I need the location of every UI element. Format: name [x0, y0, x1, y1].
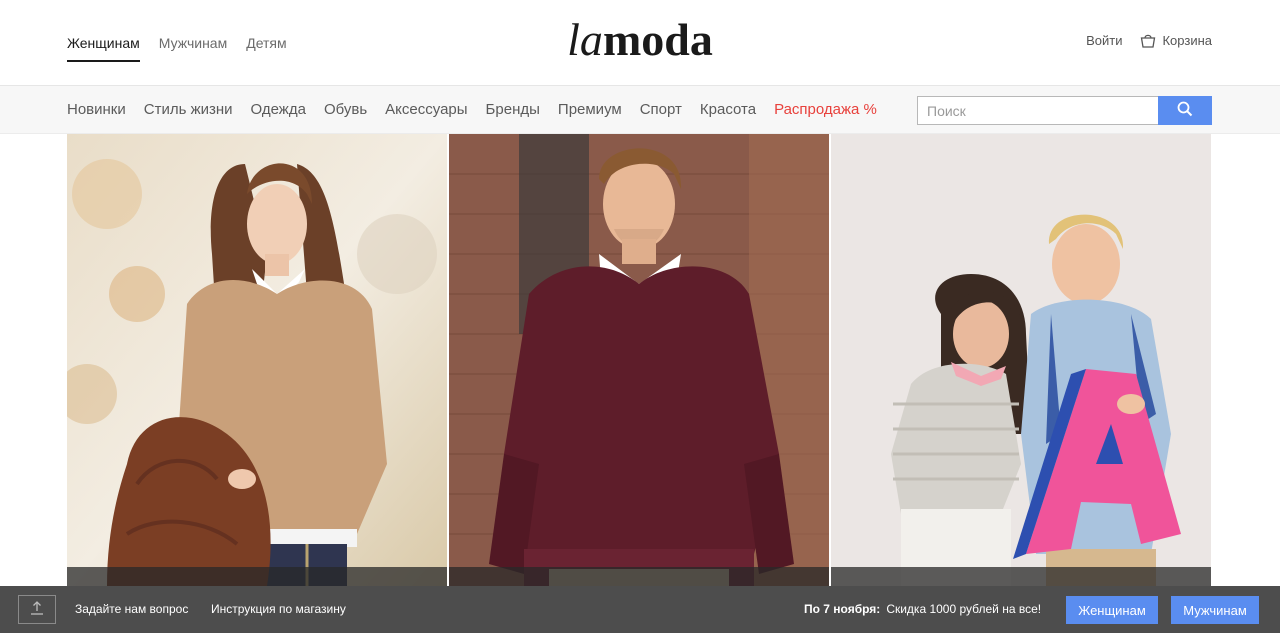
search-input[interactable]	[917, 96, 1158, 125]
login-link[interactable]: Войти	[1086, 33, 1122, 48]
category-new[interactable]: Новинки	[67, 101, 126, 119]
category-sport[interactable]: Спорт	[640, 101, 682, 119]
promo-text: По 7 ноября: Скидка 1000 рублей на все!	[804, 602, 1041, 616]
shopping-bag-icon	[1140, 33, 1156, 48]
tile-women[interactable]	[67, 134, 447, 586]
category-shoes[interactable]: Обувь	[324, 101, 367, 119]
category-beauty[interactable]: Красота	[700, 101, 756, 119]
ask-question-link[interactable]: Задайте нам вопрос	[75, 602, 188, 616]
category-accessories[interactable]: Аксессуары	[385, 101, 467, 119]
search-icon	[1177, 101, 1193, 120]
tile-men[interactable]	[449, 134, 829, 586]
upload-icon	[29, 600, 45, 619]
category-lifestyle[interactable]: Стиль жизни	[144, 101, 233, 119]
photo-woman	[67, 134, 447, 586]
logo-la: la	[567, 14, 603, 65]
photo-man	[449, 134, 829, 586]
tile-men-caption-strip	[449, 567, 829, 586]
promo-message: Скидка 1000 рублей на все!	[886, 602, 1042, 616]
cart-label: Корзина	[1162, 33, 1212, 48]
category-sale[interactable]: Распродажа %	[774, 101, 877, 119]
photo-kids	[831, 134, 1211, 586]
category-bar: Новинки Стиль жизни Одежда Обувь Аксессу…	[0, 86, 1280, 134]
upload-button[interactable]	[18, 595, 56, 624]
search-box	[917, 96, 1212, 125]
hero-tiles	[67, 134, 1211, 586]
category-nav: Новинки Стиль жизни Одежда Обувь Аксессу…	[67, 101, 877, 119]
category-brands[interactable]: Бренды	[486, 101, 540, 119]
logo-moda: moda	[602, 14, 713, 65]
promo-date: По 7 ноября:	[804, 602, 881, 616]
account-area: Войти Корзина	[1086, 33, 1212, 48]
search-button[interactable]	[1158, 96, 1212, 125]
category-clothing[interactable]: Одежда	[251, 101, 306, 119]
women-button[interactable]: Женщинам	[1066, 596, 1158, 624]
top-header: Женщинам Мужчинам Детям lamoda Войти Кор…	[0, 0, 1280, 86]
men-button[interactable]: Мужчинам	[1171, 596, 1259, 624]
category-premium[interactable]: Премиум	[558, 101, 622, 119]
store-guide-link[interactable]: Инструкция по магазину	[211, 602, 346, 616]
tile-women-caption-strip	[67, 567, 447, 586]
cart-link[interactable]: Корзина	[1140, 33, 1212, 48]
bottom-bar: Задайте нам вопрос Инструкция по магазин…	[0, 586, 1280, 633]
tile-kids[interactable]	[831, 134, 1211, 586]
tile-kids-caption-strip	[831, 567, 1211, 586]
